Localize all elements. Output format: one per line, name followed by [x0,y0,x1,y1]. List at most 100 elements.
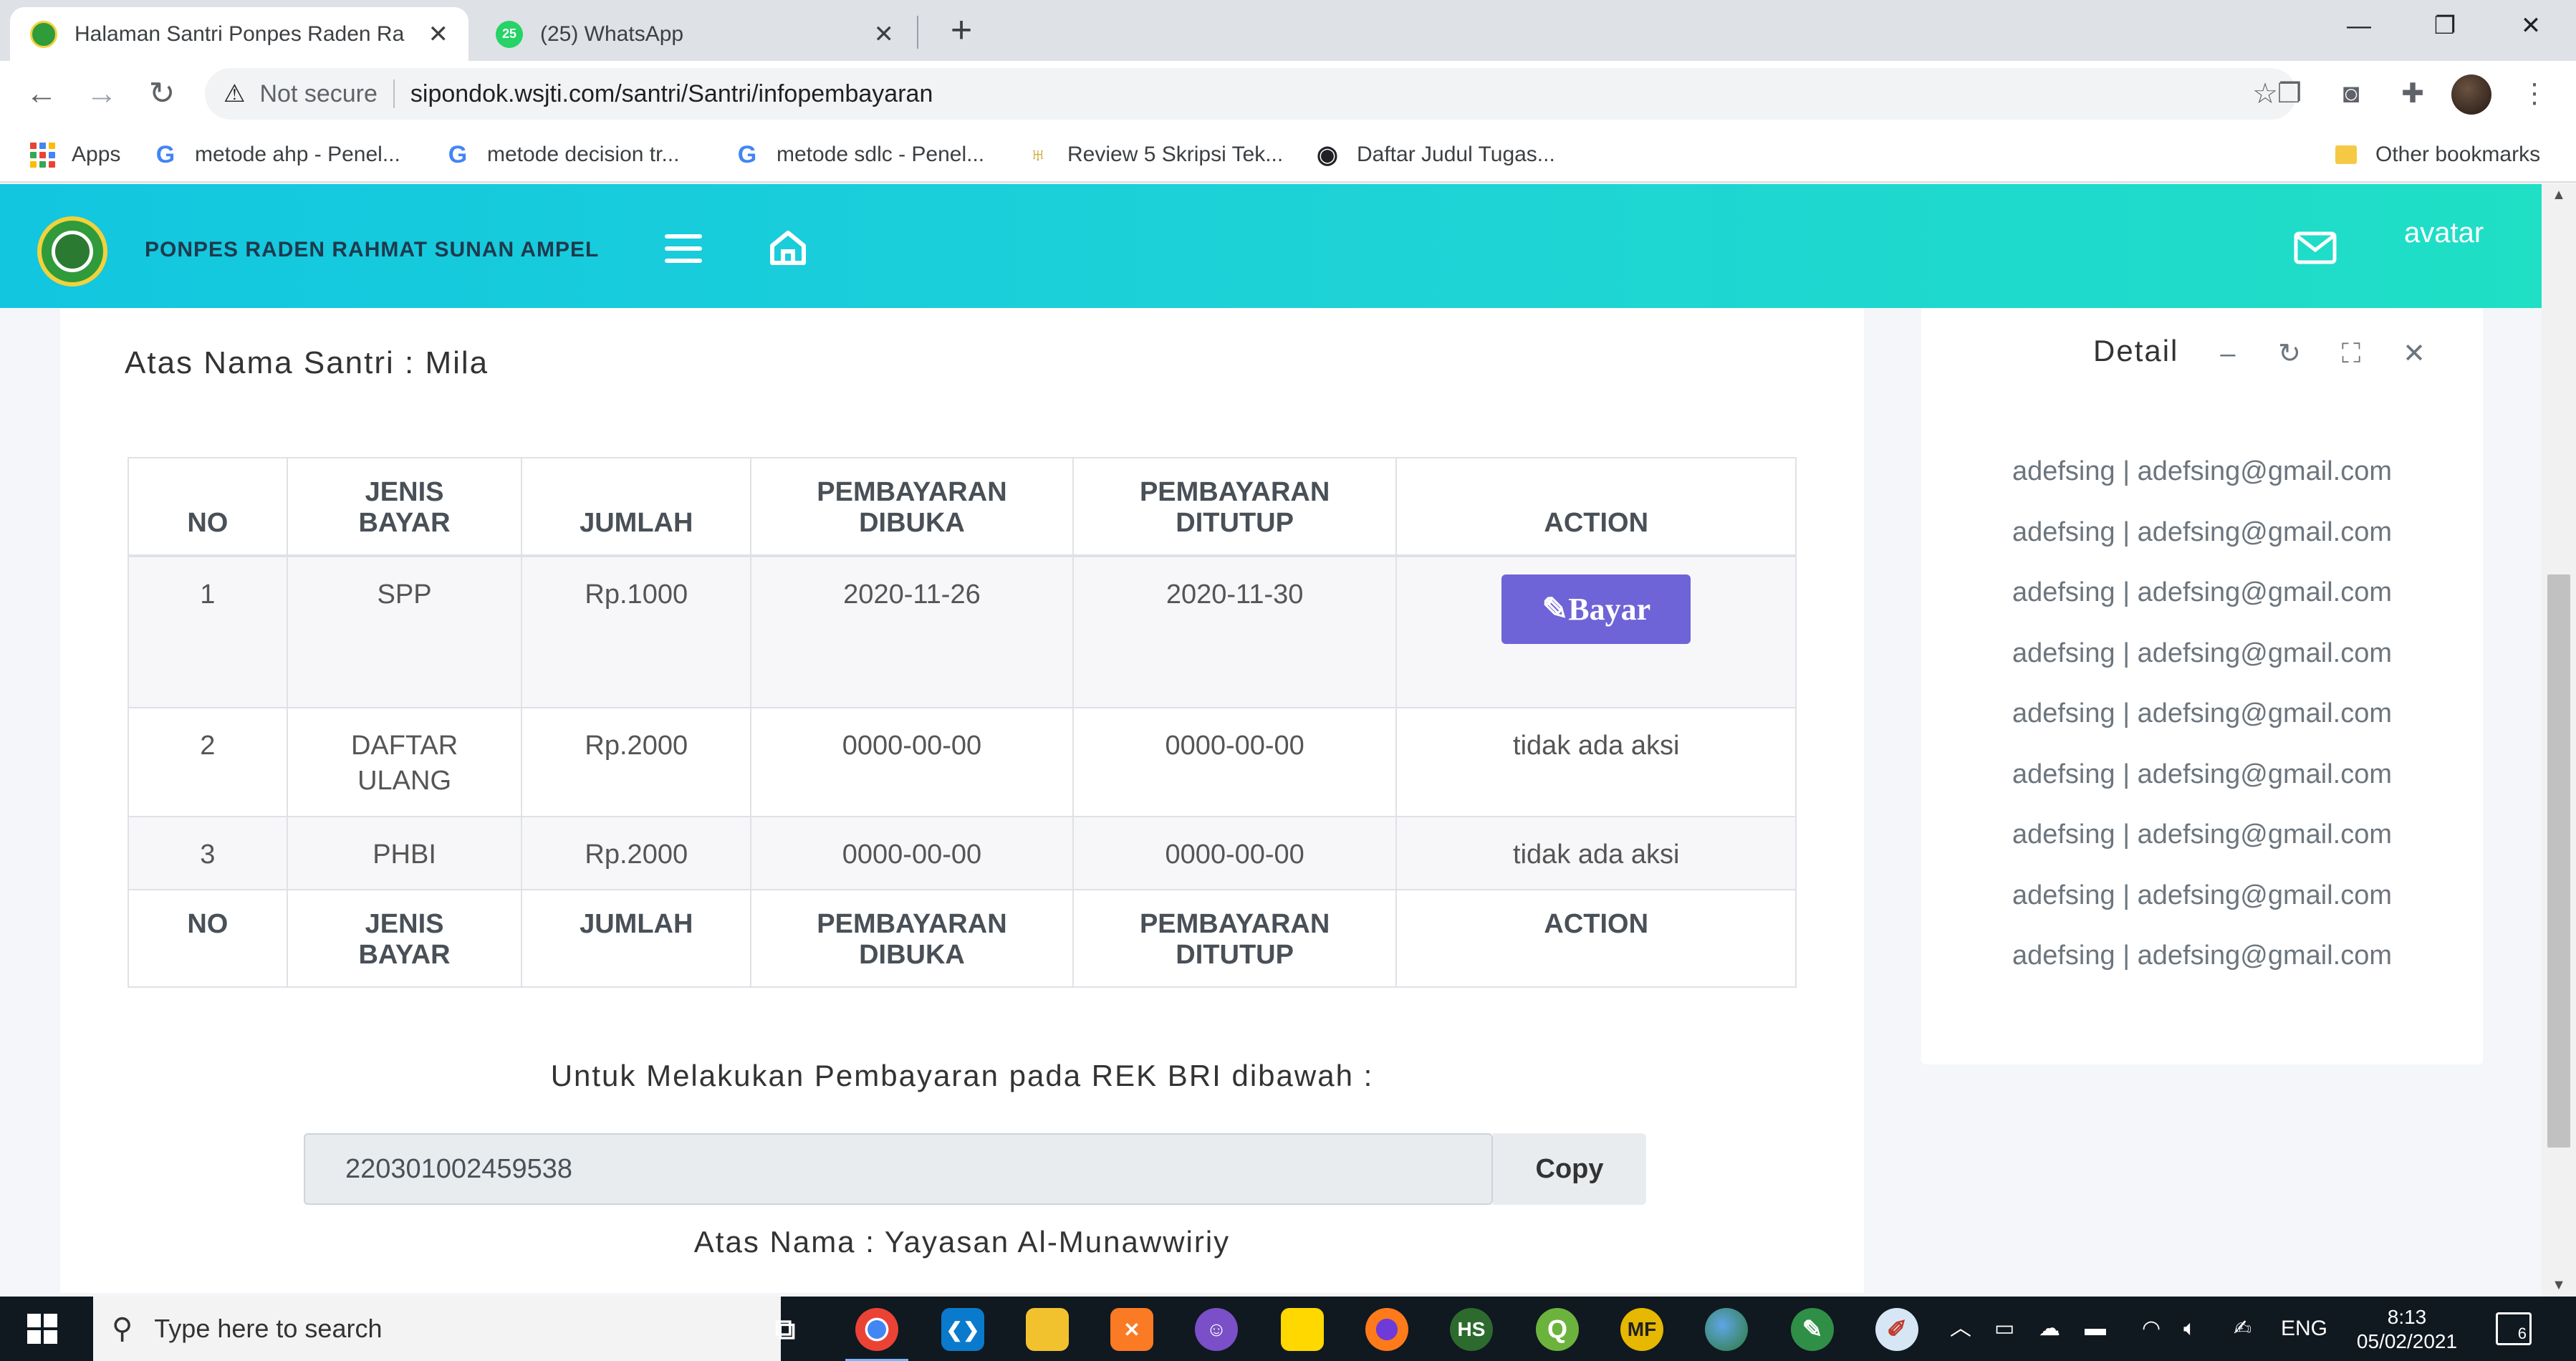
menu-kebab-icon[interactable]: ⋮ [2514,74,2555,114]
refresh-icon[interactable]: ↻ [2275,340,2304,368]
collapse-minus-icon[interactable]: – [2214,340,2242,368]
camera-icon[interactable]: ◙ [2331,74,2371,114]
browser-tabstrip: Halaman Santri Ponpes Raden Ra ✕ 25 (25)… [0,0,2576,61]
bookmark-label: metode sdlc - Penel... [777,143,985,166]
bookmark-apps[interactable]: Apps [29,127,120,183]
restore-button[interactable]: ❐ [2414,0,2476,52]
bookmark-metode-sdlc[interactable]: G metode sdlc - Penel... [734,127,984,183]
mail-icon[interactable] [2294,231,2337,264]
vscode-icon[interactable]: ❮❯ [941,1308,984,1351]
profile-avatar[interactable] [2451,74,2491,115]
tab-whatsapp[interactable]: 25 (25) WhatsApp ✕ [476,7,914,61]
fullscreen-icon[interactable]: ⛶ [2337,340,2365,368]
col-action-footer: ACTION [1395,889,1797,988]
google-icon: G [737,140,757,168]
chrome-icon[interactable] [845,1308,908,1361]
close-icon[interactable]: ✕ [2400,340,2428,368]
list-item: adefsing | adefsing@gmail.com [2012,516,2393,547]
windows-start-icon[interactable] [27,1314,57,1344]
back-arrow-icon[interactable]: ← [21,74,62,114]
col-ditutup-header[interactable]: PEMBAYARAN DITUTUP [1072,457,1398,557]
scrollbar-thumb[interactable] [2547,574,2570,1148]
account-holder: Atas Nama : Yayasan Al-Munawwiriy [693,1225,1231,1259]
copy-button[interactable]: Copy [1493,1133,1646,1205]
tab-close-icon[interactable]: ✕ [428,20,449,49]
bayar-button[interactable]: ✎Bayar [1501,574,1691,645]
cell-no: 3 [128,816,288,890]
close-window-button[interactable]: ✕ [2500,0,2562,52]
input-language[interactable]: ENG [2281,1297,2327,1361]
bookmark-review-skripsi[interactable]: ♅ Review 5 Skripsi Tek... [1024,127,1283,183]
tab-halaman-santri[interactable]: Halaman Santri Ponpes Raden Ra ✕ [10,7,468,61]
minimize-button[interactable]: — [2328,0,2390,52]
wifi-icon[interactable]: ◠ [2142,1297,2161,1361]
hamburger-menu-icon[interactable] [665,234,702,263]
firefox-icon[interactable] [1365,1308,1408,1351]
pen-icon[interactable]: ✎ [1791,1308,1834,1351]
volume-icon[interactable]: 🔈︎ [2183,1297,2196,1361]
detail-card: Detail – ↻ ⛶ ✕ adefsing | adefsing@gmail… [1921,308,2483,1064]
cat-icon[interactable]: ☺ [1195,1308,1238,1351]
tab-separator [917,16,918,49]
bookmark-label: Other bookmarks [2375,143,2541,166]
pen-workspace-icon[interactable]: ✍︎ [2234,1297,2251,1361]
note-icon[interactable] [1281,1308,1324,1351]
col-action-header[interactable]: ACTION [1395,457,1797,557]
avatar[interactable]: avatar [2404,217,2484,249]
battery-icon[interactable]: ▬ [2085,1297,2106,1361]
xampp-icon[interactable]: ✕ [1110,1308,1153,1351]
google-icon: G [448,140,468,168]
paint-icon[interactable]: ✐ [1875,1308,1918,1351]
list-item: adefsing | adefsing@gmail.com [2012,638,2393,668]
whatsapp-favicon-icon: 25 [496,20,523,48]
col-dibuka-header[interactable]: PEMBAYARAN DIBUKA [750,457,1074,557]
forward-arrow-icon[interactable]: → [82,74,122,114]
col-jumlah-footer: JUMLAH [521,889,752,988]
cell-jenis-bayar: SPP [286,555,523,708]
list-item: adefsing | adefsing@gmail.com [2012,880,2393,910]
scroll-up-arrow-icon[interactable]: ▲ [2542,187,2576,203]
security-status[interactable]: Not secure [259,80,377,108]
reload-icon[interactable]: ↻ [142,74,182,114]
rekening-number-field[interactable]: 220301002459538 [304,1133,1493,1205]
tablet-icon[interactable]: ▭ [1994,1297,2014,1361]
taskbar-clock[interactable]: 8:13 05/02/2021 [2350,1305,2464,1354]
col-dibuka-footer: PEMBAYARAN DIBUKA [750,889,1074,988]
page-scrollbar[interactable]: ▲ ▼ [2542,184,2576,1297]
taskbar-search[interactable]: ⚲ Type here to search [93,1297,781,1361]
bookmark-metode-ahp[interactable]: G metode ahp - Penel... [152,127,400,183]
bookmark-other[interactable]: Other bookmarks [2332,127,2540,183]
notification-center-icon[interactable]: 6 [2496,1312,2532,1345]
hs-icon[interactable]: HS [1450,1308,1493,1351]
col-jenis-bayar-footer: JENIS BAYAR [286,889,523,988]
folder-icon[interactable] [1026,1308,1069,1351]
ponpes-logo[interactable] [37,216,107,287]
qgis-icon[interactable]: Q [1536,1308,1579,1351]
extension-puzzle-alt-icon[interactable]: ❐ [2269,74,2310,114]
search-placeholder: Type here to search [154,1314,383,1343]
url-text[interactable]: sipondok.wsjti.com/santri/Santri/infopem… [410,80,933,108]
scroll-down-arrow-icon[interactable]: ▼ [2542,1277,2576,1294]
warning-triangle-icon[interactable]: ⚠ [224,80,245,108]
show-hidden-icons-chevron-icon[interactable]: ︿ [1950,1297,1971,1361]
bookmark-daftar-judul[interactable]: ◉ Daftar Judul Tugas... [1314,127,1555,183]
brand-title[interactable]: PONPES RADEN RAHMAT SUNAN AMPEL [145,238,599,262]
new-tab-button[interactable]: + [940,9,983,52]
cell-dibuka: 0000-00-00 [750,707,1074,817]
mf-icon[interactable]: MF [1620,1308,1663,1351]
home-icon[interactable] [768,227,808,267]
payment-table: NO JENIS BAYAR JUMLAH PEMBAYARAN DIBUKA PE… [128,457,1797,988]
tab-close-icon[interactable]: ✕ [874,20,895,49]
col-jumlah-header[interactable]: JUMLAH [521,457,752,557]
col-jenis-bayar-header[interactable]: JENIS BAYAR [286,457,523,557]
cell-action: ✎Bayar [1395,555,1797,708]
extensions-puzzle-icon[interactable]: ✚ [2393,74,2433,114]
onedrive-cloud-icon[interactable]: ☁ [2039,1297,2060,1361]
divider [393,80,395,108]
address-bar[interactable]: ⚠ Not secure sipondok.wsjti.com/santri/S… [205,68,2297,120]
col-no-header[interactable]: NO [128,457,288,557]
clock-time: 8:13 [2387,1306,2427,1328]
earth-icon[interactable] [1705,1308,1748,1351]
bookmark-metode-decision[interactable]: G metode decision tr... [444,127,680,183]
task-view-icon[interactable]: ⧉ [764,1308,807,1351]
